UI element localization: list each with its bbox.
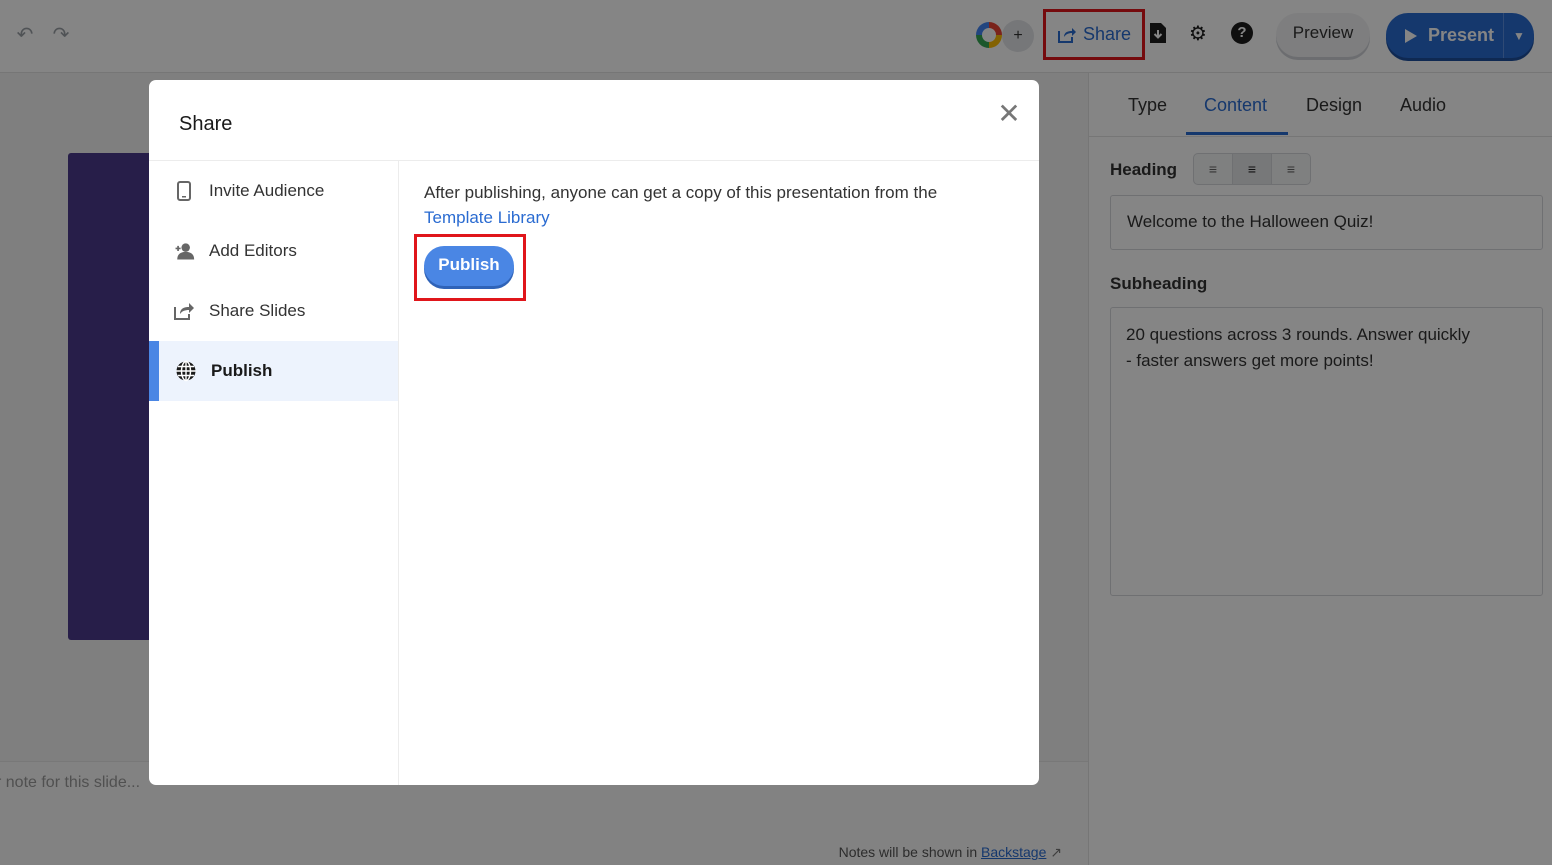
dialog-title: Share — [179, 113, 233, 135]
publish-button[interactable]: Publish — [424, 246, 514, 286]
nav-item-label: Add Editors — [209, 241, 297, 260]
share-nav: Invite Audience Add Editors Share Slides… — [149, 161, 399, 785]
nav-item-label: Share Slides — [209, 301, 306, 320]
nav-item-share-slides[interactable]: Share Slides — [149, 281, 398, 341]
close-icon[interactable]: ✕ — [995, 100, 1023, 128]
publish-description-text: After publishing, anyone can get a copy … — [424, 183, 938, 202]
globe-icon — [175, 360, 197, 382]
nav-item-publish[interactable]: Publish — [149, 341, 398, 401]
template-library-link[interactable]: Template Library — [424, 208, 550, 227]
nav-item-label: Publish — [211, 361, 273, 380]
share-dialog: Share ✕ Invite Audience Add Editors Shar… — [149, 80, 1039, 785]
nav-item-invite-audience[interactable]: Invite Audience — [149, 161, 398, 221]
tablet-icon — [173, 180, 195, 202]
publish-panel: After publishing, anyone can get a copy … — [399, 161, 1039, 785]
nav-item-add-editors[interactable]: Add Editors — [149, 221, 398, 281]
nav-item-label: Invite Audience — [209, 181, 325, 200]
add-user-icon — [173, 240, 195, 262]
publish-description: After publishing, anyone can get a copy … — [424, 180, 1014, 230]
share-icon — [173, 300, 195, 322]
dialog-header: Share ✕ — [149, 80, 1039, 161]
